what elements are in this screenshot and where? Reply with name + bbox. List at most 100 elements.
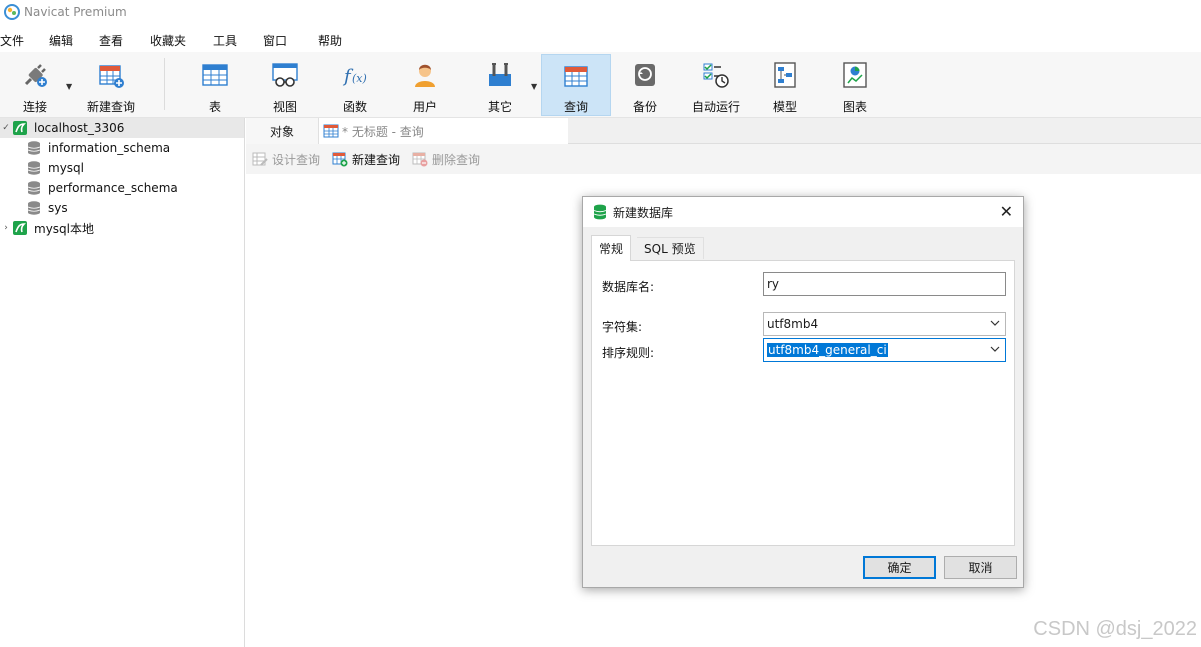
design-query-button[interactable]: 设计查询 — [252, 151, 320, 168]
charset-label: 字符集: — [602, 320, 643, 334]
chevron-down-icon — [990, 320, 1000, 326]
collation-value: utf8mb4_general_ci — [767, 343, 888, 357]
expanded-chevron-icon[interactable]: ✓ — [0, 123, 12, 133]
tab-general-label: 常规 — [599, 242, 624, 256]
design-query-icon — [252, 152, 268, 166]
other-dropdown-icon[interactable]: ▼ — [531, 82, 537, 91]
query-button[interactable]: 查询 — [541, 54, 611, 116]
view-button[interactable]: 视图 — [260, 54, 310, 116]
query-label: 查询 — [563, 100, 588, 114]
ok-label: 确定 — [887, 561, 912, 575]
editor-tabs: 对象 * 无标题 - 查询 — [246, 118, 1201, 144]
tree-database-sys[interactable]: sys — [0, 198, 244, 218]
tab-general[interactable]: 常规 — [591, 235, 632, 261]
function-button[interactable]: f (x) 函数 — [330, 54, 380, 116]
main-toolbar: 连接 ▼ 新建查询 表 视图 f (x) 函数 用户 其它 ▼ 查询 备份 自动… — [0, 52, 1201, 118]
tab-sql-preview-label: SQL 预览 — [644, 242, 696, 256]
new-query-icon — [94, 58, 128, 92]
chart-label: 图表 — [842, 100, 867, 114]
connect-label: 连接 — [22, 100, 47, 114]
title-bar: Navicat Premium — [0, 0, 1201, 24]
view-icon — [268, 58, 302, 92]
design-query-label: 设计查询 — [272, 152, 321, 167]
collation-select[interactable]: utf8mb4_general_ci — [763, 338, 1006, 362]
database-name: sys — [48, 201, 68, 215]
mysql-connection-icon — [13, 121, 27, 135]
query-icon — [559, 59, 593, 92]
mysql-connection-icon — [13, 221, 27, 235]
other-button[interactable]: 其它 — [475, 54, 525, 116]
delete-query-button[interactable]: 删除查询 — [412, 151, 480, 168]
function-icon: f (x) — [338, 58, 372, 92]
tools-icon — [483, 58, 517, 92]
user-icon — [408, 58, 442, 92]
app-title: Navicat Premium — [24, 5, 127, 19]
table-label: 表 — [208, 100, 221, 114]
model-button[interactable]: 模型 — [760, 54, 810, 116]
menu-help[interactable]: 帮助 — [318, 32, 342, 49]
new-database-dialog: 新建数据库 ✕ 常规 SQL 预览 数据库名: ry 字符集: utf8mb4 … — [582, 196, 1024, 588]
backup-label: 备份 — [632, 100, 657, 114]
database-icon — [27, 201, 41, 215]
tab-sql-preview[interactable]: SQL 预览 — [637, 237, 704, 259]
view-label: 视图 — [272, 100, 297, 114]
menu-window[interactable]: 窗口 — [263, 32, 287, 49]
tree-database-mysql[interactable]: mysql — [0, 158, 244, 178]
collapsed-chevron-icon[interactable]: › — [0, 223, 12, 233]
green-database-icon — [593, 204, 607, 220]
menu-tools[interactable]: 工具 — [213, 32, 237, 49]
chart-button[interactable]: 图表 — [830, 54, 880, 116]
other-label: 其它 — [487, 100, 512, 114]
charset-select[interactable]: utf8mb4 — [763, 312, 1006, 336]
objects-toolbar: 设计查询 新建查询 删除查询 — [246, 144, 1201, 174]
tree-database-information-schema[interactable]: information_schema — [0, 138, 244, 158]
db-name-value: ry — [767, 277, 780, 291]
cancel-button[interactable]: 取消 — [944, 556, 1017, 579]
collation-label: 排序规则: — [602, 346, 655, 360]
menu-favorites[interactable]: 收藏夹 — [150, 32, 186, 49]
chevron-down-icon — [990, 346, 1000, 352]
database-icon — [27, 141, 41, 155]
backup-button[interactable]: 备份 — [620, 54, 670, 116]
table-button[interactable]: 表 — [190, 54, 240, 116]
new-query-toolbar-button[interactable]: 新建查询 — [84, 54, 138, 116]
model-icon — [768, 58, 802, 92]
menu-edit[interactable]: 编辑 — [49, 32, 73, 49]
menu-file[interactable]: 文件 — [0, 32, 24, 49]
connect-button[interactable]: 连接 — [10, 54, 60, 116]
database-name: information_schema — [48, 141, 171, 155]
plug-icon — [18, 58, 52, 92]
db-name-input[interactable]: ry — [763, 272, 1006, 296]
charset-value: utf8mb4 — [767, 317, 819, 331]
close-icon[interactable]: ✕ — [1000, 202, 1013, 221]
new-query-button[interactable]: 新建查询 — [332, 151, 400, 168]
tree-connection-mysql-local[interactable]: › mysql本地 — [0, 218, 244, 238]
tab-objects[interactable]: 对象 — [246, 118, 318, 144]
menu-view[interactable]: 查看 — [99, 32, 123, 49]
svg-text:(x): (x) — [352, 72, 367, 85]
watermark: CSDN @dsj_2022 — [1033, 618, 1197, 640]
tab-objects-label: 对象 — [269, 124, 294, 139]
connect-dropdown-icon[interactable]: ▼ — [66, 82, 72, 91]
new-query-toolbar-label: 新建查询 — [86, 100, 135, 114]
user-button[interactable]: 用户 — [400, 54, 450, 116]
function-label: 函数 — [342, 100, 367, 114]
tree-connection-localhost[interactable]: ✓ localhost_3306 — [0, 118, 244, 138]
general-panel: 数据库名: ry 字符集: utf8mb4 排序规则: utf8mb4_gene… — [591, 260, 1015, 546]
auto-run-button[interactable]: 自动运行 — [688, 54, 744, 116]
tab-query-label: * 无标题 - 查询 — [342, 124, 424, 139]
auto-run-icon — [699, 58, 733, 92]
tree-database-performance-schema[interactable]: performance_schema — [0, 178, 244, 198]
ok-button[interactable]: 确定 — [863, 556, 936, 579]
connection-tree: ✓ localhost_3306 information_schema mysq… — [0, 118, 245, 647]
model-label: 模型 — [772, 100, 797, 114]
table-icon — [198, 58, 232, 92]
toolbar-separator — [164, 58, 165, 110]
chart-icon — [838, 58, 872, 92]
delete-query-icon — [412, 152, 428, 167]
user-label: 用户 — [412, 100, 437, 114]
cancel-label: 取消 — [968, 561, 993, 575]
new-query-label: 新建查询 — [352, 152, 401, 167]
db-name-label: 数据库名: — [602, 280, 655, 294]
tab-untitled-query[interactable]: * 无标题 - 查询 — [318, 118, 568, 144]
